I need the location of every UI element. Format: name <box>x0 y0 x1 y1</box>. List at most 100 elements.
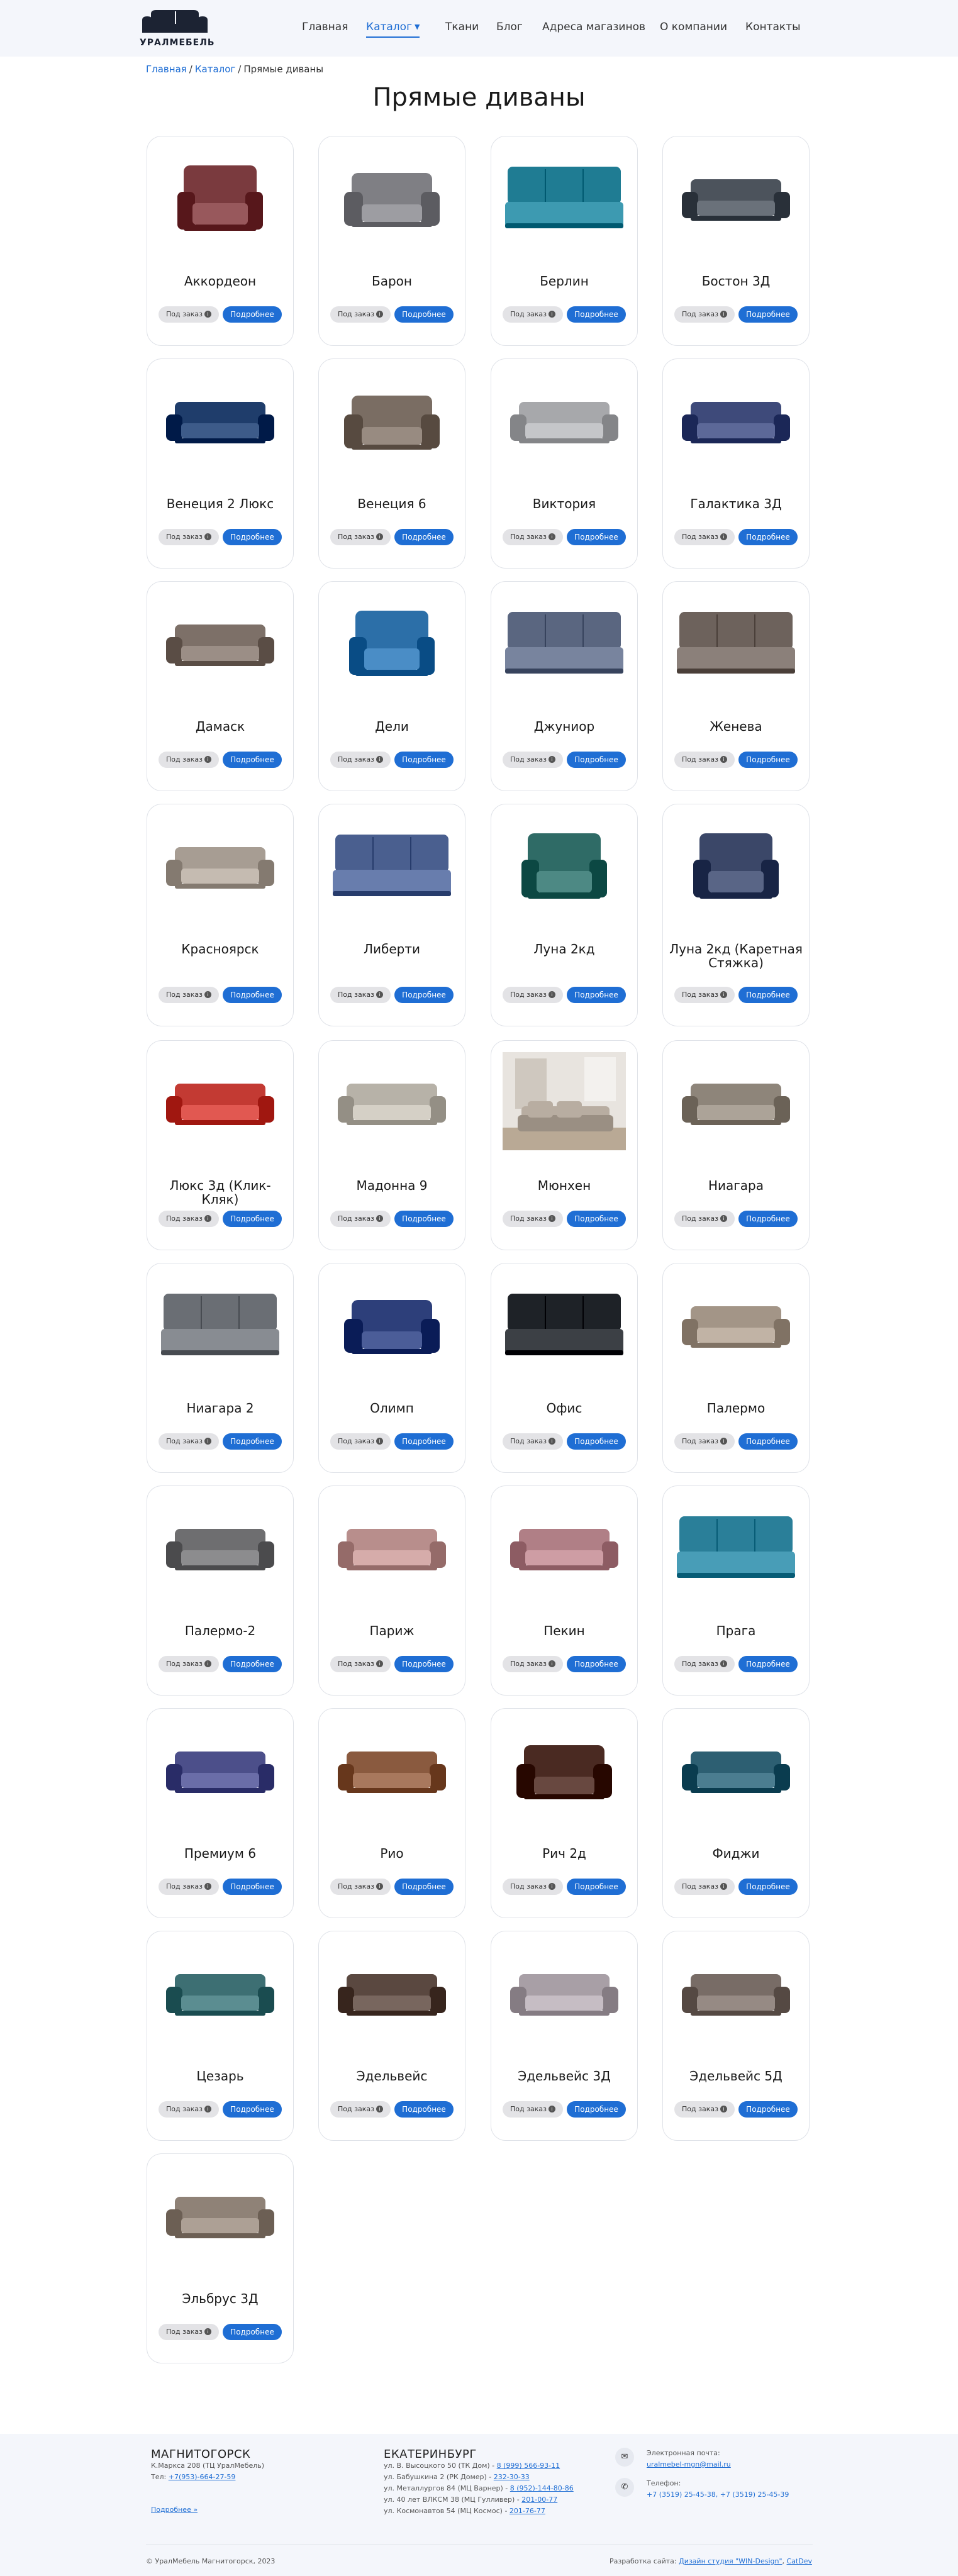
product-image[interactable] <box>503 1275 626 1373</box>
product-name[interactable]: Офис <box>496 1401 632 1415</box>
catdev-link[interactable]: CatDev <box>787 2557 812 2565</box>
details-button[interactable]: Подробнее <box>738 1879 798 1895</box>
order-button[interactable]: Под заказ i <box>330 1211 391 1227</box>
order-button[interactable]: Под заказ i <box>503 1433 563 1450</box>
product-card[interactable]: Венеция 2 Люкс Под заказ i Подробнее <box>147 358 294 569</box>
order-button[interactable]: Под заказ i <box>159 987 219 1003</box>
product-name[interactable]: Виктория <box>496 497 632 511</box>
product-name[interactable]: Мюнхен <box>496 1179 632 1192</box>
product-name[interactable]: Эдельвейс <box>324 2069 460 2083</box>
product-card[interactable]: Бостон 3Д Под заказ i Подробнее <box>662 136 810 346</box>
order-button[interactable]: Под заказ i <box>503 1879 563 1895</box>
details-button[interactable]: Подробнее <box>738 1433 798 1450</box>
product-image[interactable] <box>674 1052 798 1150</box>
product-name[interactable]: Олимп <box>324 1401 460 1415</box>
details-button[interactable]: Подробнее <box>223 2324 282 2340</box>
product-card[interactable]: Берлин Под заказ i Подробнее <box>491 136 638 346</box>
order-button[interactable]: Под заказ i <box>330 1433 391 1450</box>
product-name[interactable]: Ниагара <box>668 1179 804 1192</box>
product-image[interactable] <box>159 1943 282 2041</box>
product-image[interactable] <box>503 1497 626 1596</box>
product-image[interactable] <box>330 370 454 469</box>
details-button[interactable]: Подробнее <box>567 1433 626 1450</box>
order-button[interactable]: Под заказ i <box>159 306 219 323</box>
product-card[interactable]: Люкс 3д (Клик-Кляк) Под заказ i Подробнее <box>147 1040 294 1250</box>
product-card[interactable]: Олимп Под заказ i Подробнее <box>318 1263 465 1473</box>
nav-home[interactable]: Главная <box>302 21 348 33</box>
order-button[interactable]: Под заказ i <box>503 752 563 768</box>
product-card[interactable]: Барон Под заказ i Подробнее <box>318 136 465 346</box>
details-button[interactable]: Подробнее <box>567 529 626 545</box>
product-image[interactable] <box>674 593 798 691</box>
order-button[interactable]: Под заказ i <box>159 2324 219 2340</box>
nav-catalog[interactable]: Каталог ▼ <box>366 21 420 38</box>
product-card[interactable]: Цезарь Под заказ i Подробнее <box>147 1931 294 2141</box>
details-button[interactable]: Подробнее <box>223 1879 282 1895</box>
details-button[interactable]: Подробнее <box>567 306 626 323</box>
order-button[interactable]: Под заказ i <box>330 2101 391 2118</box>
product-image[interactable] <box>159 1052 282 1150</box>
product-image[interactable] <box>503 1052 626 1150</box>
details-button[interactable]: Подробнее <box>567 2101 626 2118</box>
product-image[interactable] <box>674 370 798 469</box>
product-card[interactable]: Мюнхен Под заказ i Подробнее <box>491 1040 638 1250</box>
order-button[interactable]: Под заказ i <box>674 306 735 323</box>
order-button[interactable]: Под заказ i <box>503 987 563 1003</box>
product-image[interactable] <box>330 1275 454 1373</box>
nav-blog[interactable]: Блог <box>496 21 523 33</box>
details-button[interactable]: Подробнее <box>738 1211 798 1227</box>
product-card[interactable]: Джуниор Под заказ i Подробнее <box>491 581 638 791</box>
product-card[interactable]: Рич 2д Под заказ i Подробнее <box>491 1708 638 1918</box>
order-button[interactable]: Под заказ i <box>503 306 563 323</box>
product-image[interactable] <box>159 1497 282 1596</box>
product-card[interactable]: Эльбрус 3Д Под заказ i Подробнее <box>147 2153 294 2363</box>
details-button[interactable]: Подробнее <box>223 752 282 768</box>
order-button[interactable]: Под заказ i <box>330 987 391 1003</box>
details-button[interactable]: Подробнее <box>567 987 626 1003</box>
order-button[interactable]: Под заказ i <box>330 1879 391 1895</box>
details-button[interactable]: Подробнее <box>738 752 798 768</box>
details-button[interactable]: Подробнее <box>738 1656 798 1672</box>
mgn-more-link[interactable]: Подробнее » <box>151 2506 198 2514</box>
product-image[interactable] <box>674 1275 798 1373</box>
order-button[interactable]: Под заказ i <box>503 1656 563 1672</box>
order-button[interactable]: Под заказ i <box>674 1433 735 1450</box>
product-image[interactable] <box>503 1720 626 1818</box>
product-card[interactable]: Эдельвейс 5Д Под заказ i Подробнее <box>662 1931 810 2141</box>
product-card[interactable]: Дамаск Под заказ i Подробнее <box>147 581 294 791</box>
order-button[interactable]: Под заказ i <box>159 1433 219 1450</box>
developer-link[interactable]: Дизайн студия "WIN-Design" <box>679 2557 782 2565</box>
product-name[interactable]: Луна 2кд (Каретная Стяжка) <box>668 942 804 970</box>
product-image[interactable] <box>503 816 626 914</box>
breadcrumb-home[interactable]: Главная <box>146 64 187 75</box>
details-button[interactable]: Подробнее <box>223 1656 282 1672</box>
product-image[interactable] <box>159 2165 282 2263</box>
nav-fabrics[interactable]: Ткани <box>445 21 479 33</box>
product-name[interactable]: Эльбрус 3Д <box>152 2292 288 2306</box>
product-card[interactable]: Аккордеон Под заказ i Подробнее <box>147 136 294 346</box>
product-name[interactable]: Дели <box>324 719 460 733</box>
product-name[interactable]: Джуниор <box>496 719 632 733</box>
product-name[interactable]: Венеция 2 Люкс <box>152 497 288 511</box>
details-button[interactable]: Подробнее <box>223 2101 282 2118</box>
product-card[interactable]: Луна 2кд (Каретная Стяжка) Под заказ i Подр… <box>662 804 810 1026</box>
details-button[interactable]: Подробнее <box>223 529 282 545</box>
details-button[interactable]: Подробнее <box>738 987 798 1003</box>
details-button[interactable]: Подробнее <box>394 1879 454 1895</box>
product-card[interactable]: Красноярск Под заказ i Подробнее <box>147 804 294 1026</box>
product-name[interactable]: Париж <box>324 1624 460 1638</box>
product-name[interactable]: Рич 2д <box>496 1846 632 1860</box>
product-card[interactable]: Виктория Под заказ i Подробнее <box>491 358 638 569</box>
details-button[interactable]: Подробнее <box>567 752 626 768</box>
order-button[interactable]: Под заказ i <box>159 1211 219 1227</box>
product-image[interactable] <box>674 816 798 914</box>
product-image[interactable] <box>503 148 626 246</box>
nav-about[interactable]: О компании <box>660 21 727 33</box>
order-button[interactable]: Под заказ i <box>503 1211 563 1227</box>
order-button[interactable]: Под заказ i <box>159 2101 219 2118</box>
product-image[interactable] <box>159 148 282 246</box>
product-name[interactable]: Ниагара 2 <box>152 1401 288 1415</box>
product-card[interactable]: Париж Под заказ i Подробнее <box>318 1485 465 1696</box>
ekb-store-phone[interactable]: 232-30-33 <box>494 2473 530 2481</box>
product-name[interactable]: Фиджи <box>668 1846 804 1860</box>
